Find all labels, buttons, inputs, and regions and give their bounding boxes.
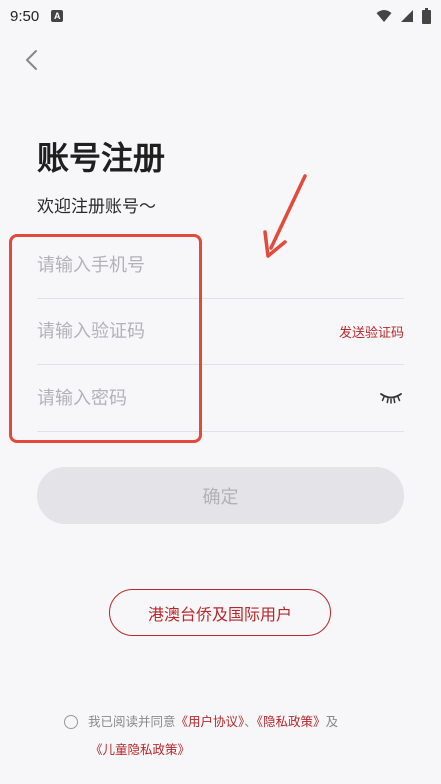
agreement-prefix: 我已阅读并同意 (88, 714, 176, 729)
page-title: 账号注册 (37, 139, 166, 177)
password-input[interactable] (37, 387, 378, 409)
international-users-button[interactable]: 港澳台侨及国际用户 (109, 589, 331, 636)
signal-icon (401, 10, 413, 22)
page-subtitle: 欢迎注册账号～ (37, 197, 156, 217)
agreement-line-1: 我已阅读并同意《用户协议》、《隐私政策》及 (64, 708, 394, 736)
send-code-button[interactable]: 发送验证码 (339, 322, 404, 341)
children-privacy-link[interactable]: 《儿童隐私政策》 (90, 742, 190, 757)
notification-a-icon: A (51, 10, 64, 22)
phone-field-row (37, 232, 404, 299)
chevron-left-icon (26, 50, 37, 70)
wifi-icon (376, 10, 392, 22)
user-agreement-link[interactable]: 《用户协议》 (176, 714, 245, 729)
privacy-policy-link[interactable]: 《隐私政策》 (257, 714, 326, 729)
confirm-button[interactable]: 确定 (37, 467, 404, 524)
verification-code-input[interactable] (37, 320, 339, 342)
phone-input[interactable] (37, 254, 404, 276)
agreement-and: 及 (325, 714, 339, 729)
agreement-line-2: 《儿童隐私政策》 (64, 736, 394, 764)
back-button[interactable] (18, 46, 44, 74)
agreement-text: 我已阅读并同意《用户协议》、《隐私政策》及 《儿童隐私政策》 (64, 708, 394, 764)
code-field-row: 发送验证码 (37, 298, 404, 365)
agreement-separator: 、 (244, 714, 257, 729)
status-time: 9:50 (10, 7, 40, 25)
status-bar: 9:50 A (0, 0, 441, 32)
agree-radio-button[interactable] (64, 715, 78, 729)
battery-icon (422, 8, 431, 24)
status-icons (376, 8, 431, 24)
eye-closed-icon[interactable] (378, 390, 404, 406)
password-field-row (37, 365, 404, 432)
